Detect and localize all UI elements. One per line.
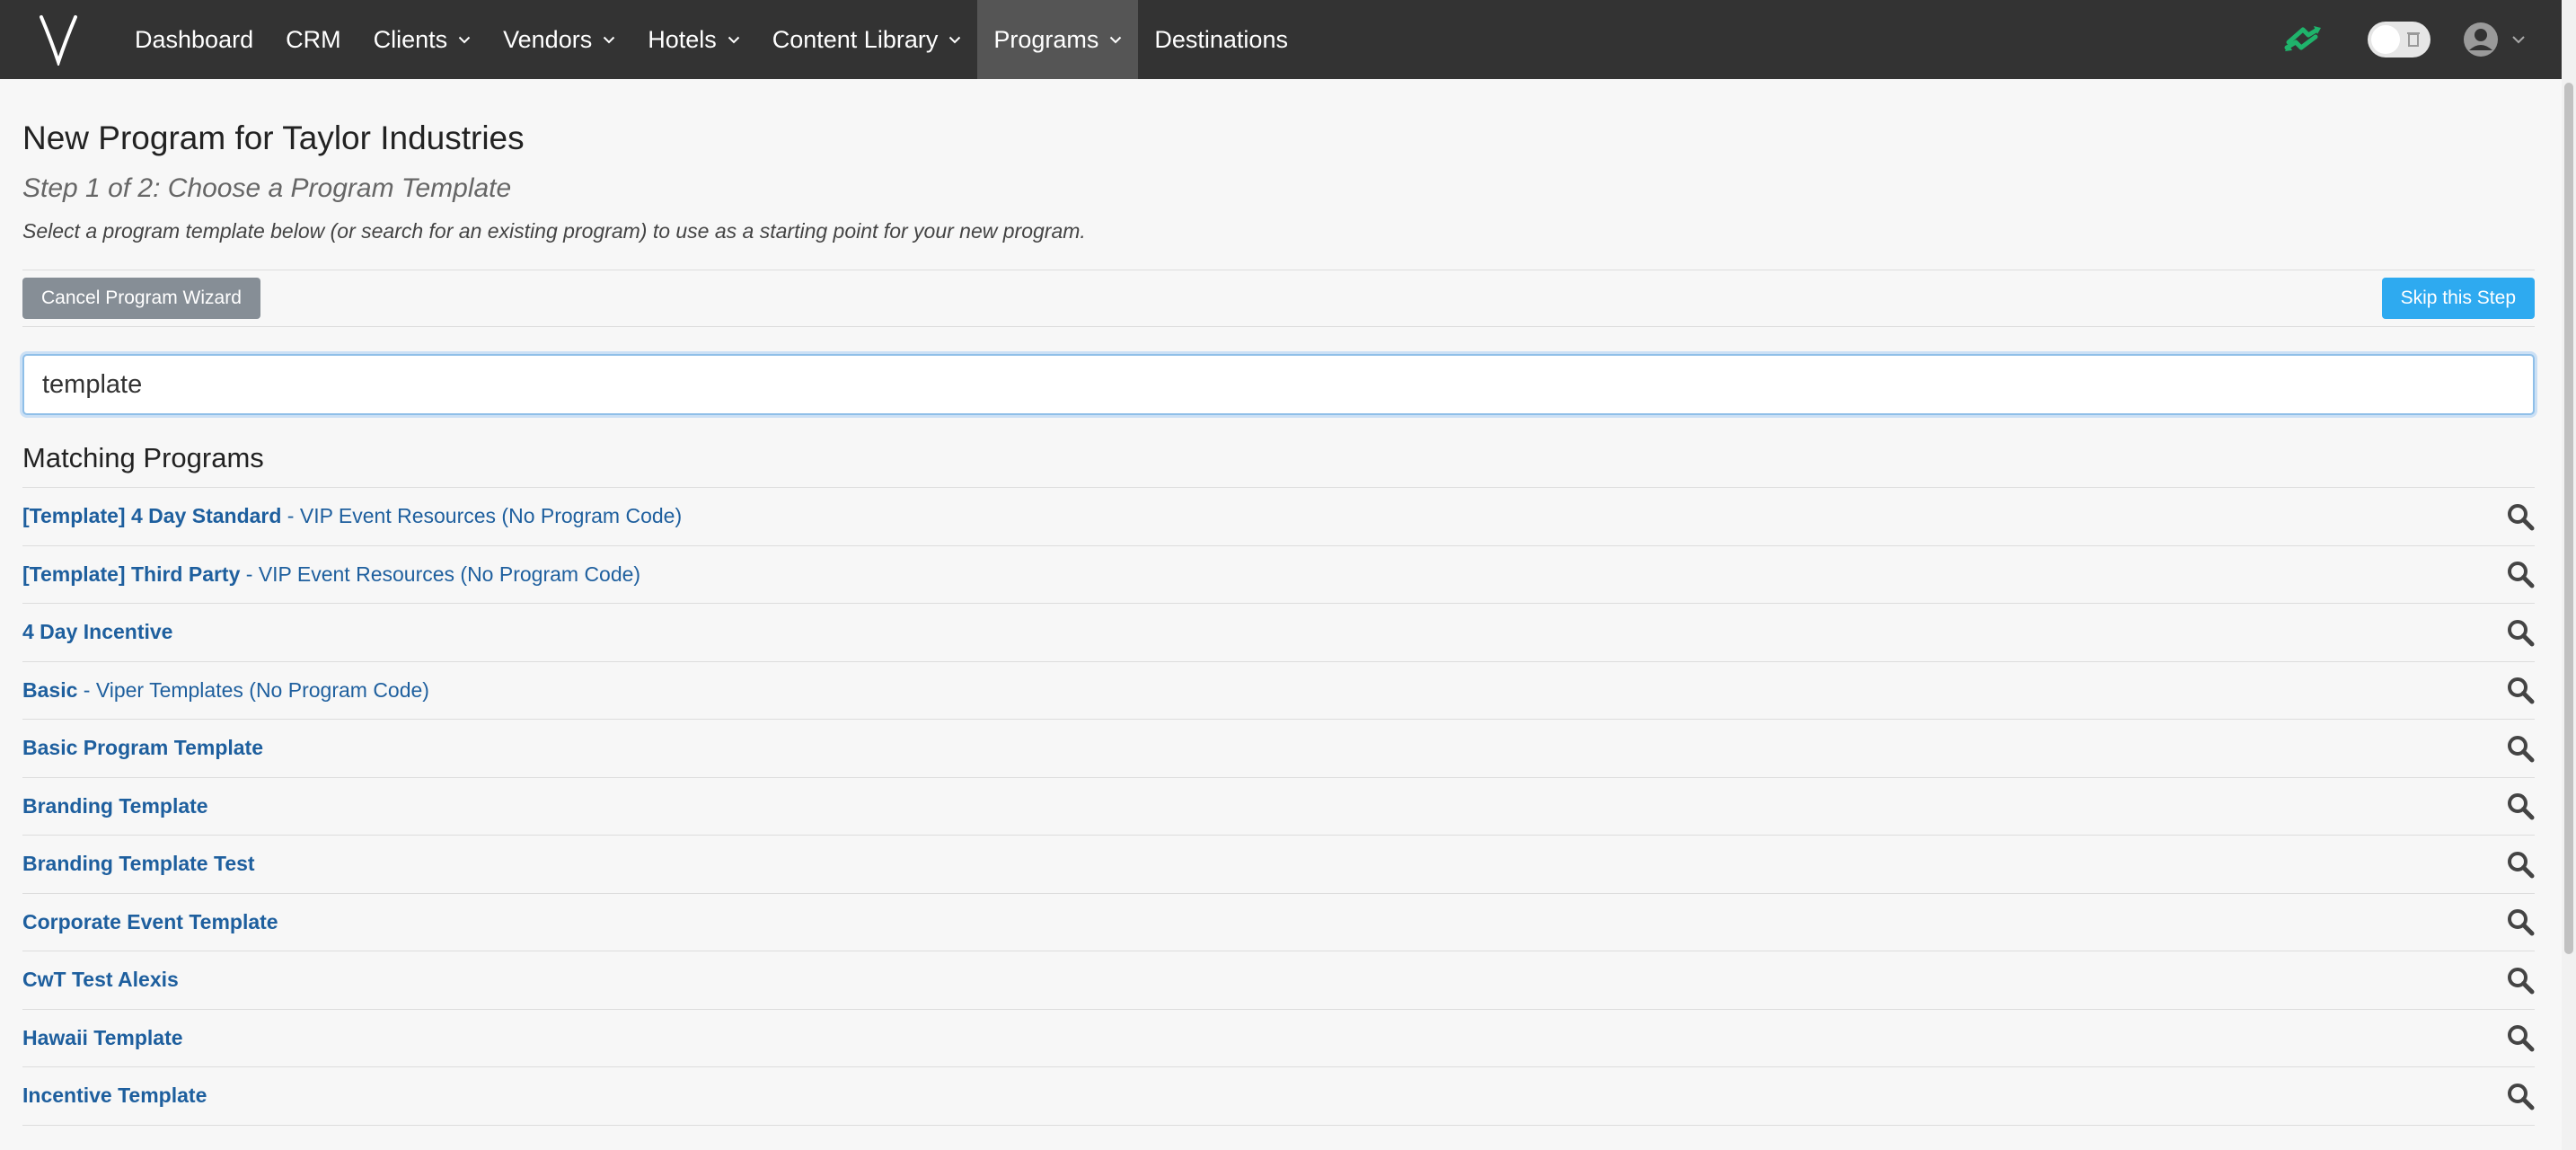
nav-item-label: Hotels [648,25,717,53]
nav-item-dashboard[interactable]: Dashboard [119,0,269,79]
program-search-input[interactable] [22,354,2535,415]
logo-v-icon [40,15,77,66]
chevron-down-icon [458,36,471,44]
nav-menu: Dashboard CRM Clients Vendors Hotels Content … [119,0,1304,79]
nav-item-label: Programs [993,25,1099,53]
nav-item-label: Dashboard [135,25,254,53]
step-description: Select a program template below (or sear… [22,219,1086,243]
scrollbar-thumb[interactable] [2564,83,2573,954]
preview-search-icon[interactable] [2506,966,2535,995]
page-title: New Program for Taylor Industries [22,119,525,156]
user-avatar-icon [2464,22,2498,57]
preview-search-icon[interactable] [2506,1082,2535,1110]
program-result-row[interactable]: Hawaii Template [22,1010,2535,1067]
nav-item-hotels[interactable]: Hotels [631,0,756,79]
nav-item-destinations[interactable]: Destinations [1138,0,1304,79]
program-result-text[interactable]: [Template] 4 Day Standard - VIP Event Re… [22,504,682,528]
program-name: Branding Template Test [22,852,255,876]
program-result-text[interactable]: Basic Program Template [22,736,263,760]
program-result-row[interactable]: CwT Test Alexis [22,951,2535,1010]
program-result-text[interactable]: [Template] Third Party - VIP Event Resou… [22,562,640,587]
main-content: New Program for Taylor Industries Step 1… [22,79,2535,1126]
program-details: - VIP Event Resources (No Program Code) [240,562,641,586]
cancel-wizard-button[interactable]: Cancel Program Wizard [22,278,260,319]
nav-item-label: CRM [286,25,341,53]
preview-search-icon[interactable] [2506,502,2535,531]
program-result-text[interactable]: Hawaii Template [22,1026,183,1050]
wizard-actions-bar: Cancel Program Wizard Skip this Step [22,270,2535,327]
nav-item-label: Content Library [772,25,939,53]
program-details: - Viper Templates (No Program Code) [77,677,429,702]
program-result-text[interactable]: 4 Day Incentive [22,620,172,644]
mode-toggle[interactable] [2368,22,2430,58]
chevron-down-icon [728,36,740,44]
program-result-row[interactable]: Basic Program Template [22,720,2535,778]
program-result-row[interactable]: 4 Day Incentive [22,604,2535,662]
sync-icon[interactable] [2283,24,2323,55]
program-name: [Template] 4 Day Standard [22,504,282,528]
search-container [22,354,2535,415]
preview-search-icon[interactable] [2506,618,2535,647]
preview-search-icon[interactable] [2506,792,2535,820]
toggle-knob [2371,25,2400,54]
nav-item-clients[interactable]: Clients [357,0,488,79]
program-result-text[interactable]: Incentive Template [22,1084,207,1108]
nav-item-label: Clients [373,25,448,53]
program-result-row[interactable]: Incentive Template [22,1067,2535,1126]
program-result-row[interactable]: Basic - Viper Templates (No Program Code… [22,662,2535,720]
preview-search-icon[interactable] [2506,560,2535,588]
chevron-down-icon [603,36,615,44]
program-result-row[interactable]: Corporate Event Template [22,894,2535,951]
matching-programs-heading: Matching Programs [22,440,2535,488]
program-name: CwT Test Alexis [22,968,179,992]
nav-item-vendors[interactable]: Vendors [487,0,631,79]
program-result-row[interactable]: Branding Template Test [22,836,2535,894]
nav-item-label: Vendors [503,25,593,53]
skip-step-button[interactable]: Skip this Step [2381,278,2535,319]
program-result-row[interactable]: Branding Template [22,778,2535,836]
preview-search-icon[interactable] [2506,734,2535,763]
user-menu[interactable] [2463,22,2526,58]
nav-item-crm[interactable]: CRM [269,0,357,79]
matching-programs-list: [Template] 4 Day Standard - VIP Event Re… [22,488,2535,1126]
program-result-row[interactable]: [Template] Third Party - VIP Event Resou… [22,546,2535,604]
program-result-text[interactable]: Corporate Event Template [22,910,278,934]
preview-search-icon[interactable] [2506,1023,2535,1052]
program-result-row[interactable]: [Template] 4 Day Standard - VIP Event Re… [22,488,2535,546]
program-name: Incentive Template [22,1084,207,1108]
program-name: Hawaii Template [22,1025,183,1049]
program-name: 4 Day Incentive [22,620,173,644]
nav-item-content-library[interactable]: Content Library [756,0,978,79]
program-details: - VIP Event Resources (No Program Code) [281,504,683,528]
top-navbar: Dashboard CRM Clients Vendors Hotels Content … [0,0,2562,79]
preview-search-icon[interactable] [2506,907,2535,936]
program-name: Basic [22,677,78,702]
preview-search-icon[interactable] [2506,850,2535,879]
nav-item-label: Destinations [1154,25,1288,53]
program-name: Corporate Event Template [22,909,278,933]
program-name: Branding Template [22,793,208,818]
program-result-text[interactable]: Branding Template [22,794,208,818]
program-name: Basic Program Template [22,736,264,760]
program-result-text[interactable]: Branding Template Test [22,852,255,876]
chevron-down-icon [948,36,961,44]
navbar-right [2283,0,2526,79]
page-scrollbar[interactable] [2562,0,2576,1150]
trash-icon [2407,32,2420,47]
app-logo[interactable] [34,12,83,67]
preview-search-icon[interactable] [2506,676,2535,704]
program-result-text[interactable]: CwT Test Alexis [22,968,179,992]
step-title: Step 1 of 2: Choose a Program Template [22,173,512,203]
chevron-down-icon [1109,36,1122,44]
program-name: [Template] Third Party [22,562,241,586]
program-result-text[interactable]: Basic - Viper Templates (No Program Code… [22,678,429,703]
chevron-down-icon [2511,35,2526,44]
nav-item-programs[interactable]: Programs [977,0,1139,79]
